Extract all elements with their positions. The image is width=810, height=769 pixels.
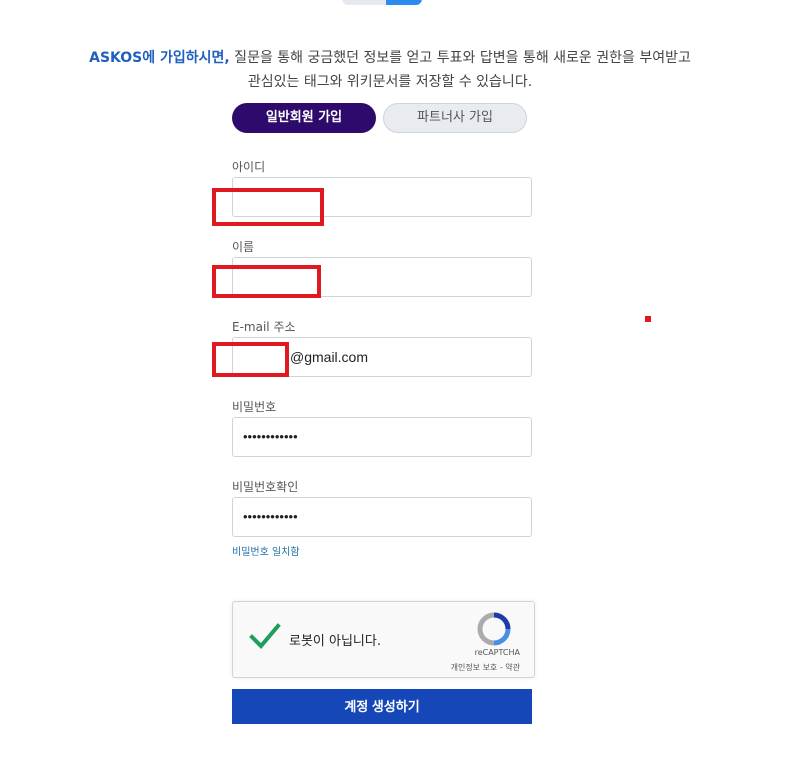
name-redaction	[212, 265, 321, 298]
id-label: 아이디	[232, 160, 266, 174]
password-field[interactable]: ••••••••••••	[232, 417, 532, 457]
password-match-hint: 비밀번호 일치함	[232, 547, 300, 558]
intro-brand: ASKOS에 가입하시면,	[89, 50, 230, 66]
recaptcha-logo-icon	[477, 612, 511, 646]
password-confirm-label: 비밀번호확인	[232, 480, 299, 494]
intro-line-2: 관심있는 태그와 위키문서를 저장할 수 있습니다.	[247, 74, 533, 90]
intro-line-1: ASKOS에 가입하시면, 질문을 통해 궁금했던 정보를 얻고 투표와 답변을…	[0, 46, 780, 70]
tab-partner[interactable]: 파트너사 가입	[383, 103, 527, 133]
signup-type-tabs: 일반회원 가입 파트너사 가입	[232, 103, 528, 133]
recaptcha-widget: 로봇이 아닙니다. reCAPTCHA 개인정보 보호 - 약관	[232, 601, 535, 678]
recaptcha-label: 로봇이 아닙니다.	[289, 634, 381, 649]
intro-line-1-rest: 질문을 통해 궁금했던 정보를 얻고 투표와 답변을 통해 새로운 권한을 부여…	[229, 50, 691, 66]
red-mark	[645, 316, 651, 322]
recaptcha-terms-link[interactable]: 개인정보 보호 - 약관	[451, 662, 520, 673]
tab-general-member[interactable]: 일반회원 가입	[232, 103, 376, 133]
id-redaction	[212, 188, 324, 226]
top-logo	[342, 0, 422, 5]
password-label: 비밀번호	[232, 400, 277, 414]
create-account-button[interactable]: 계정 생성하기	[232, 689, 532, 724]
email-redaction	[212, 342, 289, 377]
recaptcha-brand: reCAPTCHA	[474, 648, 520, 657]
password-confirm-field[interactable]: ••••••••••••	[232, 497, 532, 537]
intro-text: ASKOS에 가입하시면, 질문을 통해 궁금했던 정보를 얻고 투표와 답변을…	[0, 46, 780, 94]
checkmark-icon[interactable]	[249, 622, 281, 650]
name-label: 이름	[232, 240, 255, 254]
email-label: E-mail 주소	[232, 320, 296, 334]
